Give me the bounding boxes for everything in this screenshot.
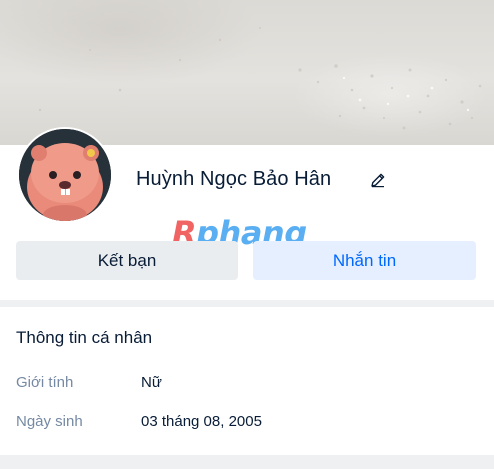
birthday-value: 03 tháng 08, 2005 (141, 413, 262, 430)
pencil-icon[interactable] (368, 170, 388, 190)
cover-photo[interactable] (0, 0, 494, 145)
avatar-image (19, 129, 111, 221)
profile-name: Huỳnh Ngọc Bảo Hân (136, 168, 332, 190)
gender-value: Nữ (141, 374, 162, 391)
gender-label: Giới tính (16, 374, 74, 391)
birthday-label: Ngày sinh (16, 413, 83, 430)
add-friend-label: Kết bạn (97, 250, 157, 270)
add-friend-button[interactable]: Kết bạn (16, 241, 238, 280)
cover-texture (38, 27, 482, 130)
section-divider (0, 300, 494, 307)
personal-info-title: Thông tin cá nhân (16, 328, 153, 347)
message-button[interactable]: Nhắn tin (253, 241, 476, 280)
avatar[interactable] (17, 127, 113, 223)
bottom-divider (0, 455, 494, 469)
message-label: Nhắn tin (332, 250, 397, 270)
